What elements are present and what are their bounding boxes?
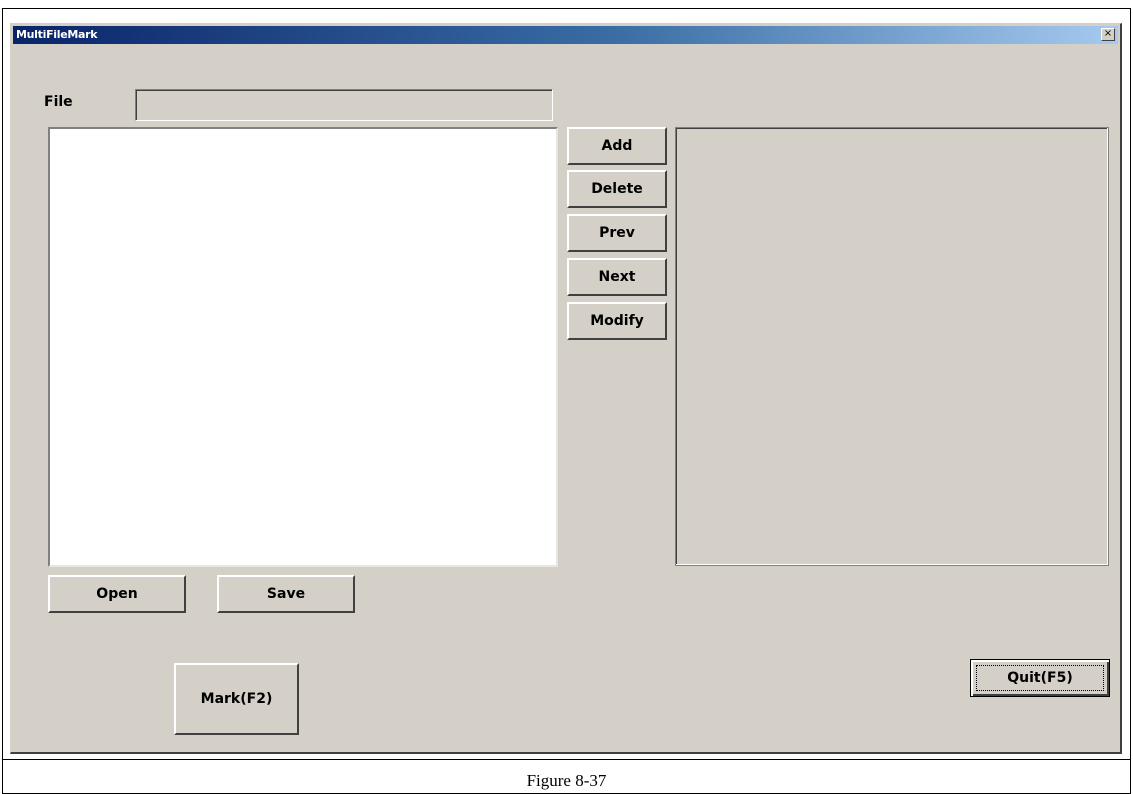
delete-button[interactable]: Delete [567,170,667,208]
next-button[interactable]: Next [567,258,667,296]
prev-button[interactable]: Prev [567,214,667,252]
add-button[interactable]: Add [567,127,667,165]
figure-frame: MultiFileMark × File Add Delete Prev Nex… [2,8,1131,794]
title-bar[interactable]: MultiFileMark × [13,26,1118,44]
file-listbox[interactable] [48,127,558,567]
modify-button[interactable]: Modify [567,302,667,340]
mark-button[interactable]: Mark(F2) [174,663,299,735]
multifilemark-dialog: MultiFileMark × File Add Delete Prev Nex… [10,23,1122,754]
close-button[interactable]: × [1101,28,1115,41]
window-title: MultiFileMark [16,28,98,41]
quit-button[interactable]: Quit(F5) [970,659,1110,697]
figure-caption: Figure 8-37 [526,771,607,790]
save-button[interactable]: Save [217,575,355,613]
quit-button-label: Quit(F5) [1007,670,1073,686]
close-icon: × [1103,28,1113,39]
preview-panel [675,127,1109,566]
file-path-field[interactable] [135,89,553,121]
open-button[interactable]: Open [48,575,186,613]
file-label: File [44,94,73,110]
caption-divider [3,759,1130,760]
